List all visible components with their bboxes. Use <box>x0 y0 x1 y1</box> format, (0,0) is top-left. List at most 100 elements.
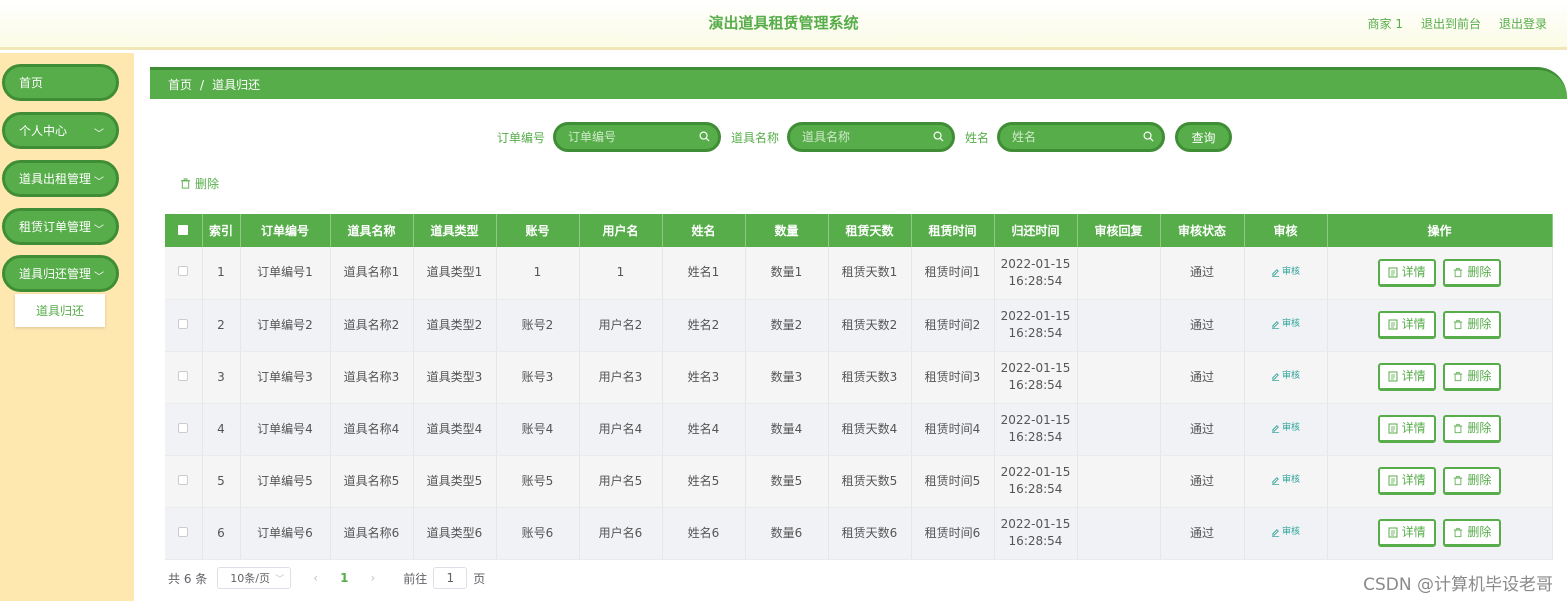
review-link[interactable]: 审核 <box>1271 472 1300 489</box>
page-size-value: 10条/页 <box>230 572 270 585</box>
watermark: CSDN @计算机毕设老哥 <box>1363 575 1553 595</box>
chevron-down-icon: ﹀ <box>94 129 104 140</box>
cell-quantity: 数量6 <box>745 507 829 560</box>
cell-review-status: 通过 <box>1160 455 1245 508</box>
delete-button[interactable]: 删除 <box>1443 363 1502 391</box>
table-row: 6 订单编号6 道具名称6 道具类型6 账号6 用户名6 姓名6 数量6 租赁天… <box>165 507 1553 560</box>
cell-name: 姓名3 <box>662 351 746 404</box>
review-link[interactable]: 审核 <box>1271 420 1300 437</box>
row-checkbox[interactable] <box>165 455 203 508</box>
chevron-down-icon: ﹀ <box>275 574 285 585</box>
cell-review-reply <box>1077 351 1161 404</box>
trash-icon <box>1454 267 1463 277</box>
delete-button[interactable]: 删除 <box>1443 519 1502 547</box>
review-link[interactable]: 审核 <box>1271 524 1300 541</box>
search-icon <box>1143 131 1154 142</box>
cell-name: 姓名5 <box>662 455 746 508</box>
review-link[interactable]: 审核 <box>1271 316 1300 333</box>
exit-to-front-link[interactable]: 退出到前台 <box>1421 15 1481 32</box>
detail-button[interactable]: 详情 <box>1377 467 1436 495</box>
row-checkbox[interactable] <box>165 351 203 404</box>
document-icon <box>1388 475 1398 486</box>
delete-button[interactable]: 删除 <box>1443 415 1502 443</box>
cell-review: 审核 <box>1244 351 1328 404</box>
row-checkbox[interactable] <box>165 247 203 300</box>
next-page-icon[interactable]: › <box>370 571 375 585</box>
cell-quantity: 数量2 <box>745 299 829 352</box>
current-user[interactable]: 商家 1 <box>1368 15 1403 32</box>
query-button[interactable]: 查询 <box>1175 122 1233 152</box>
prop-name-label: 道具名称 <box>731 130 780 145</box>
sidebar-item-personal-center[interactable]: 个人中心 ﹀ <box>2 112 119 149</box>
detail-button[interactable]: 详情 <box>1377 363 1436 391</box>
cell-review-reply <box>1077 403 1161 456</box>
row-checkbox[interactable] <box>165 299 203 352</box>
breadcrumb-home[interactable]: 首页 <box>168 76 192 93</box>
name-input[interactable] <box>1000 125 1163 149</box>
delete-button[interactable]: 删除 <box>1443 311 1502 339</box>
cell-prop-name: 道具名称3 <box>330 351 414 404</box>
return-table: 索引 订单编号 道具名称 道具类型 账号 用户名 姓名 数量 租赁天数 租赁时间… <box>165 214 1553 560</box>
page-unit-label: 页 <box>473 571 486 586</box>
cell-account: 1 <box>496 247 580 300</box>
chevron-down-icon: ﹀ <box>94 177 104 188</box>
review-link[interactable]: 审核 <box>1271 368 1300 385</box>
name-label: 姓名 <box>965 130 990 145</box>
prop-name-input[interactable] <box>790 125 953 149</box>
delete-button[interactable]: 删除 <box>1443 258 1502 287</box>
cell-prop-name: 道具名称2 <box>330 299 414 352</box>
logout-link[interactable]: 退出登录 <box>1499 15 1547 32</box>
cell-account: 账号6 <box>496 507 580 560</box>
cell-quantity: 数量1 <box>745 247 829 300</box>
cell-prop-name: 道具名称5 <box>330 455 414 508</box>
delete-button[interactable]: 删除 <box>1443 467 1502 495</box>
app-title: 演出道具租赁管理系统 <box>708 14 859 32</box>
detail-button[interactable]: 详情 <box>1377 415 1436 443</box>
cell-review: 审核 <box>1244 247 1328 300</box>
cell-review-reply <box>1077 455 1161 508</box>
cell-name: 姓名2 <box>662 299 746 352</box>
cell-rental-days: 租赁天数2 <box>828 299 912 352</box>
page-number-current[interactable]: 1 <box>340 571 348 585</box>
return-clock: 16:28:54 <box>1008 482 1063 496</box>
review-link[interactable]: 审核 <box>1271 264 1300 281</box>
order-no-input[interactable] <box>556 125 719 149</box>
select-all-checkbox[interactable] <box>165 214 203 247</box>
sidebar-item-prop-rental[interactable]: 道具出租管理 ﹀ <box>2 160 119 197</box>
sidebar-item-home[interactable]: 首页 <box>2 64 119 101</box>
cell-rental-time: 租赁时间6 <box>911 507 995 560</box>
sidebar-item-label: 道具归还管理 <box>19 267 92 281</box>
trash-icon <box>1454 475 1463 486</box>
cell-prop-name: 道具名称6 <box>330 507 414 560</box>
delete-button-label: 删除 <box>1467 525 1492 539</box>
row-checkbox[interactable] <box>165 507 203 560</box>
cell-review-status: 通过 <box>1160 351 1245 404</box>
breadcrumb-separator: / <box>200 77 205 92</box>
sidebar-item-prop-return-management[interactable]: 道具归还管理 ﹀ <box>2 255 119 292</box>
edit-icon <box>1271 268 1280 277</box>
cell-prop-type: 道具类型5 <box>413 455 497 508</box>
edit-icon <box>1271 373 1280 381</box>
goto-page-input[interactable]: 1 <box>433 567 468 589</box>
cell-rental-time: 租赁时间1 <box>911 247 995 300</box>
page-size-select[interactable]: 10条/页 ﹀ <box>217 567 292 589</box>
chevron-down-icon: ﹀ <box>94 225 104 236</box>
cell-order-no: 订单编号2 <box>240 299 331 352</box>
detail-button[interactable]: 详情 <box>1377 258 1436 287</box>
sidebar-subitem-prop-return[interactable]: 道具归还 <box>15 294 105 327</box>
cell-review-status: 通过 <box>1160 247 1245 300</box>
return-clock: 16:28:54 <box>1008 430 1063 444</box>
prev-page-icon[interactable]: ‹ <box>313 571 318 585</box>
row-checkbox[interactable] <box>165 403 203 456</box>
cell-actions: 详情 删除 <box>1327 403 1553 456</box>
detail-button[interactable]: 详情 <box>1377 311 1436 339</box>
detail-button[interactable]: 详情 <box>1377 519 1436 547</box>
table-row: 5 订单编号5 道具名称5 道具类型5 账号5 用户名5 姓名5 数量5 租赁天… <box>165 455 1553 508</box>
sidebar-item-rental-orders[interactable]: 租赁订单管理 ﹀ <box>2 208 119 245</box>
breadcrumb: 首页 / 道具归还 <box>150 67 1567 99</box>
bulk-delete-button[interactable]: 删除 <box>180 175 219 192</box>
search-icon <box>933 131 944 142</box>
cell-rental-days: 租赁天数6 <box>828 507 912 560</box>
return-date: 2022-01-15 <box>1000 309 1071 323</box>
cell-index: 5 <box>202 455 241 508</box>
